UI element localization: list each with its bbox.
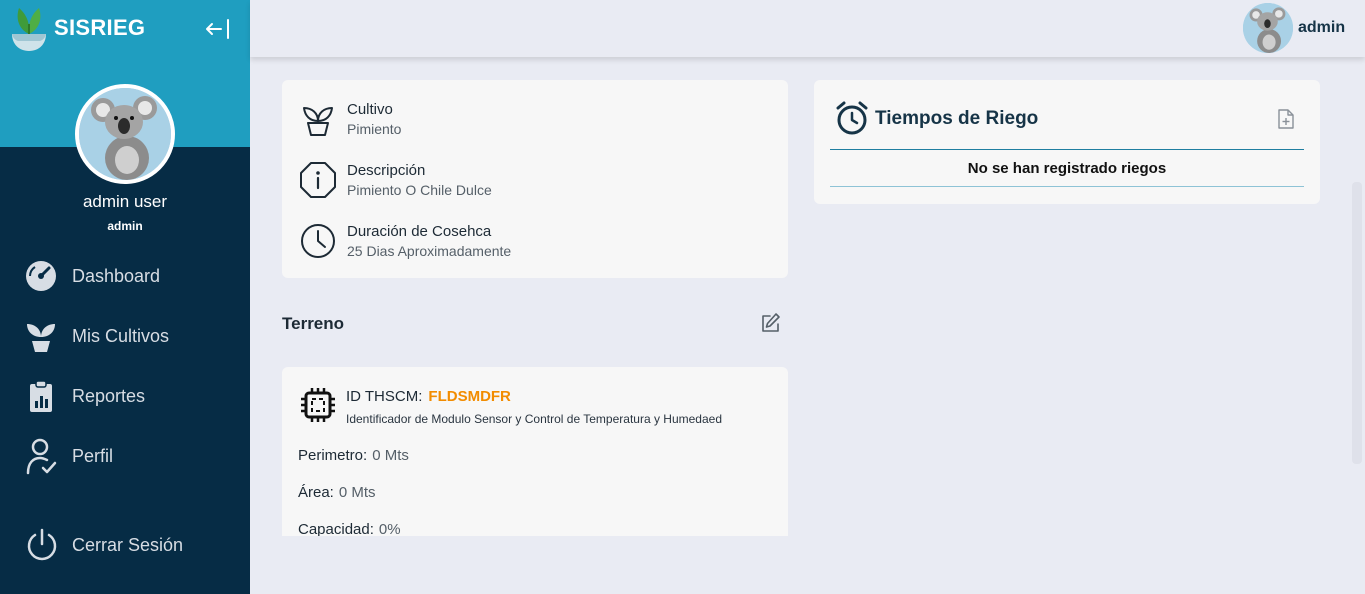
collapse-sidebar-icon[interactable] xyxy=(203,17,231,41)
terreno-id-row: ID THSCM: FLDSMDFR Identificador de Modul… xyxy=(298,385,722,426)
clock-icon xyxy=(301,224,335,258)
duracion-value: 25 Dias Aproximadamente xyxy=(347,243,512,259)
tiempos-riego-card: Tiempos de Riego No se han registrado ri… xyxy=(814,80,1320,204)
terreno-id-label: ID THSCM: xyxy=(346,388,423,405)
add-document-icon[interactable] xyxy=(1276,108,1296,130)
terreno-title: Terreno xyxy=(282,314,345,333)
top-header: admin xyxy=(250,0,1365,57)
nav-mis-cultivos-label: Mis Cultivos xyxy=(72,325,170,346)
riego-divider-top xyxy=(830,149,1304,150)
nav-dashboard[interactable]: Dashboard xyxy=(24,256,160,296)
plant-pot-icon xyxy=(303,107,333,136)
area-row: Área: 0 Mts xyxy=(298,484,376,501)
nav-dashboard-label: Dashboard xyxy=(72,265,161,286)
logout-label: Cerrar Sesión xyxy=(72,534,184,555)
area-value: 0 Mts xyxy=(338,484,376,501)
cultivo-row: Cultivo Pimiento xyxy=(298,99,401,139)
duracion-title: Duración de Cosehca xyxy=(347,223,492,240)
duracion-row: Duración de Cosehca 25 Dias Aproximadame… xyxy=(298,221,511,261)
capacidad-row: Capacidad: 0% xyxy=(298,521,401,536)
tiempos-riego-title: Tiempos de Riego xyxy=(875,108,1039,129)
chip-icon xyxy=(301,388,335,422)
brand[interactable]: SISRIEG xyxy=(10,4,145,52)
user-check-icon xyxy=(24,438,60,475)
clipboard-chart-icon xyxy=(24,378,60,414)
riego-empty-message: No se han registrado riegos xyxy=(967,160,1167,177)
koala-avatar-icon xyxy=(1243,3,1293,53)
area-label: Área: xyxy=(298,484,334,501)
nav-perfil-label: Perfil xyxy=(72,445,114,466)
user-role: admin xyxy=(107,219,143,233)
descripcion-row: Descripción Pimiento O Chile Dulce xyxy=(298,160,492,200)
sidebar: SISRIEG admin user admin Dashboard Mis C… xyxy=(0,0,250,594)
cultivo-card: Cultivo Pimiento Descripción Pimiento O … xyxy=(282,80,788,278)
edit-icon[interactable] xyxy=(758,311,782,335)
capacidad-value: 0% xyxy=(378,521,401,536)
nav-perfil[interactable]: Perfil xyxy=(24,436,113,476)
header-avatar[interactable] xyxy=(1243,3,1293,53)
alarm-clock-icon xyxy=(836,101,868,135)
power-icon xyxy=(24,527,60,563)
sprout-icon xyxy=(24,318,60,354)
brand-logo-icon xyxy=(12,8,46,51)
header-username[interactable]: admin xyxy=(1298,19,1345,37)
koala-avatar-icon xyxy=(79,88,171,180)
brand-name: SISRIEG xyxy=(54,15,146,40)
nav-reportes[interactable]: Reportes xyxy=(24,376,145,416)
nav-mis-cultivos[interactable]: Mis Cultivos xyxy=(24,316,169,356)
cultivo-title: Cultivo xyxy=(347,101,393,118)
perimetro-row: Perimetro: 0 Mts xyxy=(298,447,409,464)
terreno-id-value: FLDSMDFR xyxy=(428,388,511,405)
dashboard-gauge-icon xyxy=(24,258,60,294)
info-octagon-icon xyxy=(300,162,336,198)
perimetro-value: 0 Mts xyxy=(372,447,409,464)
descripcion-value: Pimiento O Chile Dulce xyxy=(347,182,492,198)
descripcion-title: Descripción xyxy=(347,162,426,179)
user-name: admin user xyxy=(82,192,168,211)
user-avatar xyxy=(75,84,175,184)
terreno-id-description: Identificador de Modulo Sensor y Control… xyxy=(346,412,722,426)
main-scrollbar[interactable] xyxy=(1352,182,1362,464)
logout-button[interactable]: Cerrar Sesión xyxy=(24,525,183,565)
capacidad-label: Capacidad: xyxy=(298,521,374,536)
perimetro-label: Perimetro: xyxy=(298,447,368,464)
riego-divider-bottom xyxy=(830,186,1304,187)
nav-reportes-label: Reportes xyxy=(72,385,146,406)
terreno-card: ID THSCM: FLDSMDFR Identificador de Modul… xyxy=(282,367,788,536)
cultivo-value: Pimiento xyxy=(347,121,402,137)
